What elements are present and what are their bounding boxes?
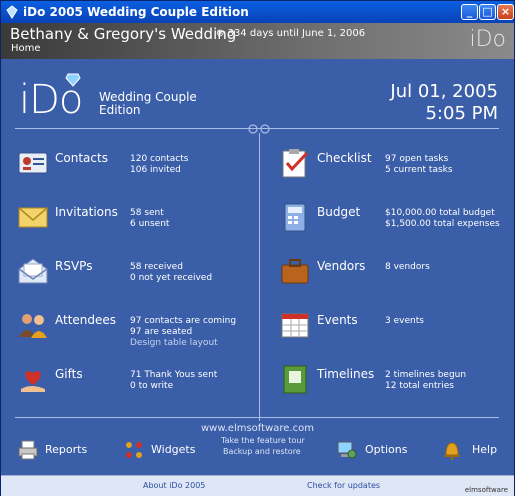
attendees-label: Attendees — [55, 313, 117, 327]
timelines-entries: 12 total entries — [385, 381, 454, 391]
budget-label: Budget — [317, 205, 361, 219]
diamond-ring-icon — [6, 5, 18, 19]
gifts-section[interactable]: Gifts 71 Thank Yous sent 0 to write — [17, 363, 247, 403]
close-button[interactable]: × — [497, 4, 514, 20]
vendors-section[interactable]: Vendors 8 vendors — [279, 255, 509, 295]
widgets-label: Widgets — [151, 443, 196, 456]
feature-tour-link[interactable]: Take the feature tour — [221, 436, 305, 445]
invitations-label: Invitations — [55, 205, 118, 219]
countdown-text: ⊛ 334 days until June 1, 2006 — [216, 28, 365, 39]
printer-icon — [18, 440, 38, 460]
timelines-begun: 2 timelines begun — [385, 370, 467, 380]
timelines-label: Timelines — [317, 367, 375, 381]
heart-hand-icon — [21, 371, 45, 392]
backup-restore-link[interactable]: Backup and restore — [223, 447, 301, 456]
gifts-to-write: 0 to write — [130, 381, 174, 391]
vendors-label: Vendors — [317, 259, 366, 273]
budget-section[interactable]: Budget $10,000.00 total budget $1,500.00… — [279, 201, 509, 241]
rsvps-label: RSVPs — [55, 259, 93, 273]
vendor-logo: elmsoftware — [464, 486, 508, 494]
contacts-card-icon — [18, 152, 48, 174]
breadcrumb[interactable]: Home — [11, 43, 41, 54]
contacts-label: Contacts — [55, 151, 108, 165]
checklist-icon — [282, 149, 309, 178]
briefcase-icon — [281, 259, 309, 284]
about-link[interactable]: About iDo 2005 — [143, 481, 205, 490]
reports-label: Reports — [45, 443, 88, 456]
checklist-open: 97 open tasks — [385, 154, 449, 164]
events-count: 3 events — [385, 316, 424, 326]
widgets-icon — [126, 442, 142, 458]
rsvps-section[interactable]: RSVPs 58 received 0 not yet received — [17, 255, 247, 295]
current-date: Jul 01, 2005 — [390, 81, 498, 102]
design-table-layout-link[interactable]: Design table layout — [130, 338, 218, 348]
events-label: Events — [317, 313, 358, 327]
home-panel: iDo Wedding Couple Edition Jul 01, 2005 … — [1, 59, 514, 475]
clock-icon: ⊛ — [216, 28, 225, 39]
events-section[interactable]: Events 3 events — [279, 309, 509, 349]
calculator-icon — [284, 203, 306, 232]
rsvps-not-received: 0 not yet received — [130, 273, 213, 283]
diamond-icon — [65, 73, 81, 87]
brand-subtitle-line2: Edition — [99, 103, 141, 117]
bottom-divider — [15, 417, 499, 418]
options-button[interactable]: Options — [335, 439, 415, 461]
invitations-sent: 58 sent — [130, 208, 164, 218]
options-label: Options — [365, 443, 408, 456]
attendees-coming: 97 contacts are coming — [130, 316, 237, 326]
calendar-icon — [281, 313, 309, 338]
rsvps-received: 58 received — [130, 262, 183, 272]
attendees-section[interactable]: Attendees 97 contacts are coming 97 are … — [17, 309, 247, 349]
contacts-invited: 106 invited — [130, 165, 181, 175]
timeline-book-icon — [283, 365, 307, 394]
gifts-thank-yous: 71 Thank Yous sent — [130, 370, 218, 380]
options-computer-icon — [337, 441, 357, 459]
contacts-count: 120 contacts — [130, 154, 189, 164]
header-bar: Bethany & Gregory's Wedding ⊛ 334 days u… — [1, 23, 514, 59]
gifts-label: Gifts — [55, 367, 83, 381]
open-envelope-icon — [18, 258, 48, 284]
budget-expenses: $1,500.00 total expenses — [385, 219, 500, 229]
window-title: iDo 2005 Wedding Couple Edition — [23, 5, 249, 19]
help-label: Help — [472, 443, 498, 456]
budget-total: $10,000.00 total budget — [385, 208, 495, 218]
contacts-section[interactable]: Contacts 120 contacts 106 invited — [17, 147, 247, 187]
countdown-label: 334 days until June 1, 2006 — [227, 28, 366, 39]
invitations-section[interactable]: Invitations 58 sent 6 unsent — [17, 201, 247, 241]
minimize-button[interactable]: _ — [461, 4, 478, 20]
current-time: 5:05 PM — [425, 103, 498, 124]
checklist-label: Checklist — [317, 151, 372, 165]
bell-icon — [444, 442, 460, 460]
checklist-current: 5 current tasks — [385, 165, 453, 175]
help-button[interactable]: Help — [441, 439, 501, 461]
footer-bar: About iDo 2005 Check for updates elmsoft… — [1, 475, 514, 496]
wedding-title: Bethany & Gregory's Wedding — [10, 25, 237, 43]
header-logo: iDo — [469, 27, 506, 52]
timelines-section[interactable]: Timelines 2 timelines begun 12 total ent… — [279, 363, 509, 403]
website-link[interactable]: www.elmsoftware.com — [201, 423, 314, 434]
invitations-unsent: 6 unsent — [130, 219, 170, 229]
checklist-section[interactable]: Checklist 97 open tasks 5 current tasks — [279, 147, 509, 187]
brand-subtitle: Wedding Couple Edition — [99, 91, 197, 117]
vendors-count: 8 vendors — [385, 262, 430, 272]
widgets-button[interactable]: Widgets — [123, 439, 203, 461]
check-updates-link[interactable]: Check for updates — [307, 481, 380, 490]
maximize-button[interactable]: □ — [479, 4, 496, 20]
attendees-seated: 97 are seated — [130, 327, 193, 337]
title-bar[interactable]: iDo 2005 Wedding Couple Edition _ □ × — [1, 1, 514, 23]
app-window: iDo 2005 Wedding Couple Edition _ □ × Be… — [0, 0, 515, 496]
center-divider — [259, 133, 260, 421]
reports-button[interactable]: Reports — [17, 439, 97, 461]
people-icon — [19, 314, 47, 338]
envelope-icon — [18, 207, 48, 228]
